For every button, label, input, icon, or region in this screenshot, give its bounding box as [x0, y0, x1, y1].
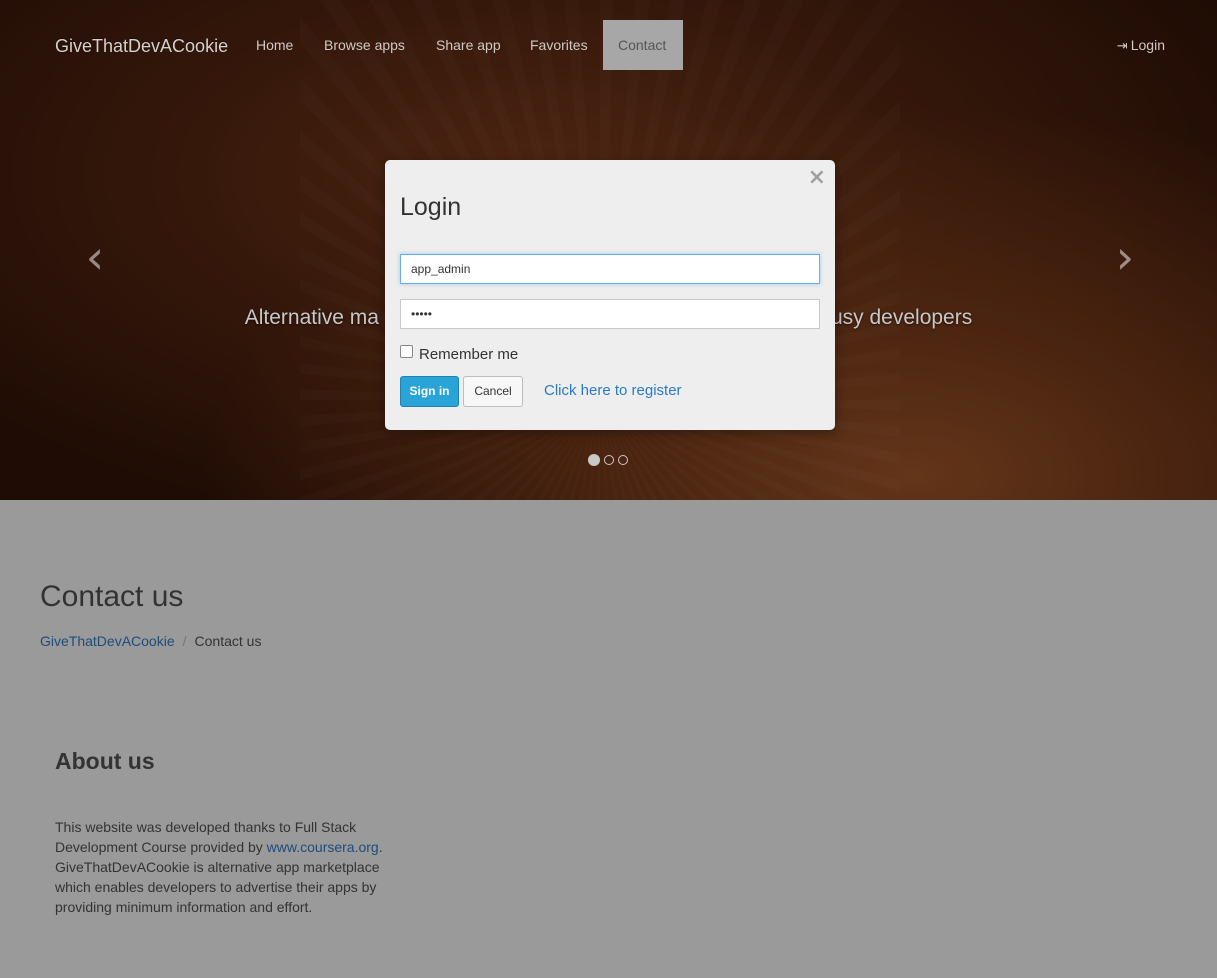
- nav-item-browse-apps[interactable]: Browse apps: [309, 20, 420, 70]
- register-link[interactable]: Click here to register: [544, 382, 682, 399]
- carousel-next-button[interactable]: ›: [1110, 232, 1140, 282]
- username-input[interactable]: app_admin: [400, 254, 820, 284]
- carousel-indicator-1[interactable]: [588, 454, 600, 466]
- password-input[interactable]: •••••: [400, 299, 820, 329]
- carousel-indicators: [588, 452, 632, 470]
- close-icon[interactable]: ×: [808, 165, 826, 190]
- sign-in-icon: ⇥: [1116, 38, 1128, 53]
- breadcrumb-home-link[interactable]: GiveThatDevACookie: [40, 633, 175, 649]
- cancel-button[interactable]: Cancel: [463, 376, 523, 407]
- about-heading: About us: [55, 748, 155, 774]
- nav-item-contact[interactable]: Contact: [603, 20, 683, 70]
- breadcrumb: GiveThatDevACookie / Contact us: [40, 633, 261, 649]
- breadcrumb-separator: /: [182, 633, 187, 649]
- nav-item-home[interactable]: Home: [241, 20, 308, 70]
- remember-me[interactable]: Remember me: [400, 345, 518, 363]
- carousel-indicator-2[interactable]: [604, 455, 614, 465]
- login-link[interactable]: ⇥ Login: [1117, 20, 1165, 70]
- nav-item-favorites[interactable]: Favorites: [515, 20, 603, 70]
- nav-item-share-app[interactable]: Share app: [421, 20, 516, 70]
- about-text: This website was developed thanks to Ful…: [55, 817, 400, 917]
- login-label: Login: [1130, 37, 1165, 53]
- modal-title: Login: [400, 193, 462, 221]
- remember-me-label: Remember me: [419, 346, 519, 363]
- carousel-indicator-3[interactable]: [618, 455, 628, 465]
- caption-right-text: usy developers: [830, 306, 973, 329]
- caption-left-text: Alternative ma: [244, 306, 379, 329]
- breadcrumb-current: Contact us: [194, 633, 262, 649]
- navbar: GiveThatDevACookie Home Browse apps Shar…: [0, 20, 1217, 70]
- brand-logo[interactable]: GiveThatDevACookie: [55, 36, 228, 57]
- login-modal: × Login app_admin ••••• Remember me Sign…: [385, 160, 835, 430]
- sign-in-button[interactable]: Sign in: [400, 376, 459, 407]
- remember-me-checkbox[interactable]: [400, 345, 413, 358]
- coursera-link[interactable]: www.coursera.org: [267, 839, 379, 855]
- page-title: Contact us: [40, 580, 184, 613]
- carousel-prev-button[interactable]: ‹: [80, 232, 110, 282]
